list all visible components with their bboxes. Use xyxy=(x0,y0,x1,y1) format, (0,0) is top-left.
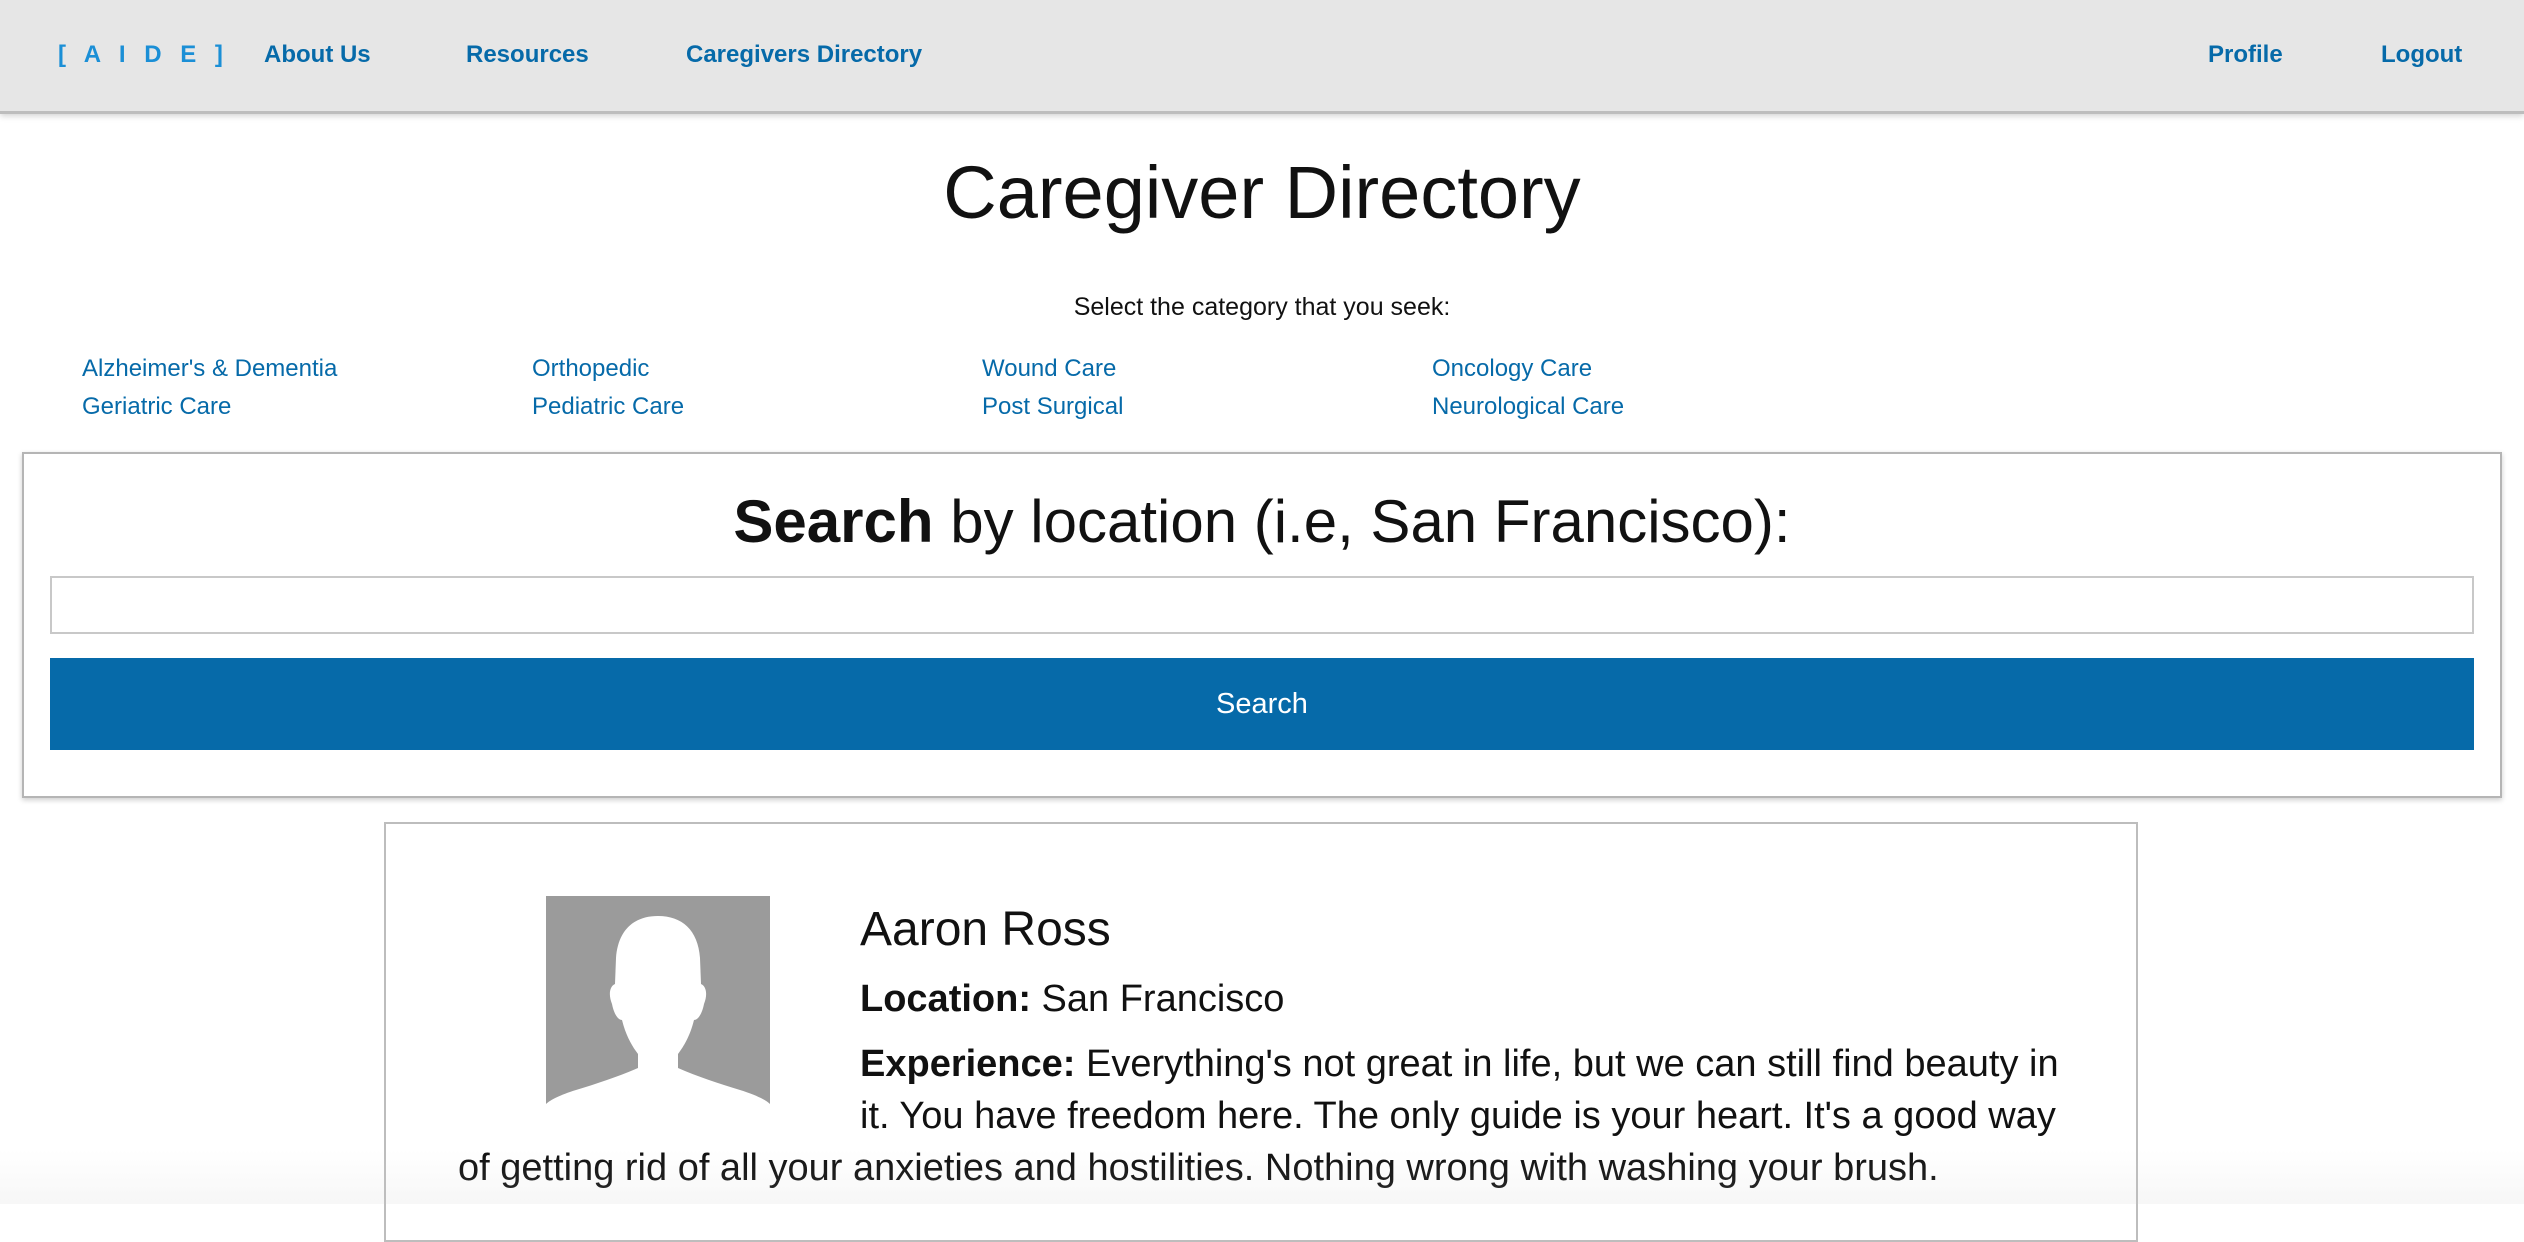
category-pediatric-care[interactable]: Pediatric Care xyxy=(532,392,684,422)
location-label: Location: xyxy=(860,978,1031,1020)
experience-label: Experience: xyxy=(860,1043,1076,1085)
nav-logout[interactable]: Logout xyxy=(2381,40,2462,70)
location-value: San Francisco xyxy=(1030,978,1285,1020)
category-orthopedic[interactable]: Orthopedic xyxy=(532,354,649,384)
search-panel: Search by location (i.e, San Francisco):… xyxy=(22,452,2502,798)
page-title: Caregiver Directory xyxy=(943,151,1581,234)
experience-text-1: Everything's not great in life, but we c… xyxy=(1075,1043,2059,1085)
category-wound-care[interactable]: Wound Care xyxy=(982,354,1116,384)
category-post-surgical[interactable]: Post Surgical xyxy=(982,392,1123,422)
location-search-input[interactable] xyxy=(50,576,2474,634)
search-heading: Search by location (i.e, San Francisco): xyxy=(24,484,2500,560)
category-oncology-care[interactable]: Oncology Care xyxy=(1432,354,1592,384)
top-navbar: [ A I D E ] About Us Resources Caregiver… xyxy=(0,0,2524,114)
category-geriatric-care[interactable]: Geriatric Care xyxy=(82,392,231,422)
search-heading-bold: Search xyxy=(733,488,934,555)
search-button[interactable]: Search xyxy=(50,658,2474,750)
experience-line-2: it. You have freedom here. The only guid… xyxy=(860,1095,2056,1137)
search-heading-text: by location (i.e, San Francisco): xyxy=(933,488,1791,555)
category-neurological-care[interactable]: Neurological Care xyxy=(1432,392,1624,422)
experience-line-3: of getting rid of all your anxieties and… xyxy=(458,1147,1939,1189)
category-alzheimers-dementia[interactable]: Alzheimer's & Dementia xyxy=(82,354,337,384)
category-prompt: Select the category that you seek: xyxy=(1073,293,1451,321)
caregiver-experience: Experience: Everything's not great in li… xyxy=(458,1038,2059,1194)
experience-line-1: Experience: Everything's not great in li… xyxy=(458,1038,2059,1090)
nav-resources[interactable]: Resources xyxy=(466,40,589,70)
nav-caregivers-directory[interactable]: Caregivers Directory xyxy=(686,40,922,70)
nav-profile[interactable]: Profile xyxy=(2208,40,2283,70)
logo-link[interactable]: [ A I D E ] xyxy=(58,40,229,70)
caregiver-card: Aaron Ross Location: San Francisco Exper… xyxy=(384,822,2138,1242)
caregiver-location: Location: San Francisco xyxy=(860,974,1284,1024)
nav-about-us[interactable]: About Us xyxy=(264,40,371,70)
caregiver-name: Aaron Ross xyxy=(860,903,1111,956)
